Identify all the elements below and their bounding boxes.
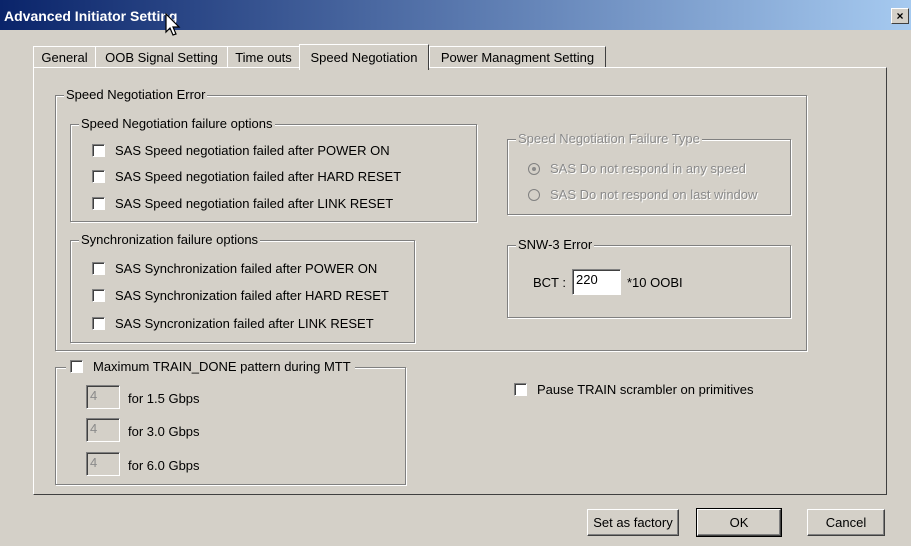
checkbox-box[interactable] [92,197,105,210]
checkbox-speed-neg-hard-reset[interactable]: SAS Speed negotiation failed after HARD … [92,169,401,184]
group-title: Speed Negotiation Failure Type [516,131,702,146]
checkbox-label: SAS Speed negotiation failed after POWER… [115,143,390,158]
checkbox-box[interactable] [92,144,105,157]
train-done-6-0-input[interactable]: 4 [86,452,120,476]
checkbox-pause-train-scrambler[interactable]: Pause TRAIN scrambler on primitives [514,382,754,397]
ok-button[interactable]: OK [696,508,782,537]
checkbox-box[interactable] [92,262,105,275]
checkbox-label: SAS Speed negotiation failed after HARD … [115,169,402,184]
checkbox-label: SAS Speed negotiation failed after LINK … [115,196,394,211]
checkbox-speed-neg-link-reset[interactable]: SAS Speed negotiation failed after LINK … [92,196,393,211]
set-as-factory-button[interactable]: Set as factory [587,509,679,536]
checkbox-label: SAS Syncronization failed after LINK RES… [115,316,374,331]
checkbox-label: SAS Synchronization failed after POWER O… [115,261,378,276]
group-title: Speed Negotiation failure options [79,116,275,131]
radio-dot[interactable] [528,188,540,201]
checkbox-label: Pause TRAIN scrambler on primitives [537,382,754,397]
group-title: SNW-3 Error [516,237,595,252]
checkbox-box[interactable] [92,317,105,330]
radio-no-respond-last-window[interactable]: SAS Do not respond on last window [528,187,757,202]
checkbox-sync-link-reset[interactable]: SAS Syncronization failed after LINK RES… [92,316,374,331]
window-title: Advanced Initiator Setting [4,8,178,24]
radio-label: SAS Do not respond on last window [550,187,758,202]
close-button[interactable]: × [891,8,909,24]
train-done-1-5-label: for 1.5 Gbps [128,391,200,406]
bct-input[interactable]: 220 [572,269,621,295]
group-title: Speed Negotiation Error [64,87,208,102]
bct-label: BCT : [533,275,566,290]
train-done-1-5-input[interactable]: 4 [86,385,120,409]
train-done-3-0-label: for 3.0 Gbps [128,424,200,439]
radio-no-respond-any-speed[interactable]: SAS Do not respond in any speed [528,161,746,176]
group-title: Synchronization failure options [79,232,261,247]
checkbox-label: SAS Synchronization failed after HARD RE… [115,288,389,303]
tab-speed-negotiation[interactable]: Speed Negotiation [299,44,429,70]
bct-unit: *10 OOBI [627,275,683,290]
checkbox-box[interactable] [514,383,527,396]
train-done-3-0-input[interactable]: 4 [86,418,120,442]
checkbox-sync-hard-reset[interactable]: SAS Synchronization failed after HARD RE… [92,288,389,303]
cancel-button[interactable]: Cancel [807,509,885,536]
checkbox-box[interactable] [92,289,105,302]
checkbox-speed-neg-power-on[interactable]: SAS Speed negotiation failed after POWER… [92,143,390,158]
checkbox-box[interactable] [70,360,83,373]
mouse-cursor-icon [165,12,181,36]
checkbox-label: Maximum TRAIN_DONE pattern during MTT [93,359,351,374]
title-bar[interactable]: Advanced Initiator Setting × [0,0,911,36]
checkbox-box[interactable] [92,170,105,183]
radio-label: SAS Do not respond in any speed [550,161,746,176]
checkbox-sync-power-on[interactable]: SAS Synchronization failed after POWER O… [92,261,377,276]
train-done-6-0-label: for 6.0 Gbps [128,458,200,473]
checkbox-max-train-done[interactable]: Maximum TRAIN_DONE pattern during MTT [66,359,355,374]
failure-type-group: Speed Negotiation Failure Type [507,131,791,215]
radio-dot[interactable] [528,162,540,175]
dialog-window: Advanced Initiator Setting × General OOB… [0,0,911,546]
